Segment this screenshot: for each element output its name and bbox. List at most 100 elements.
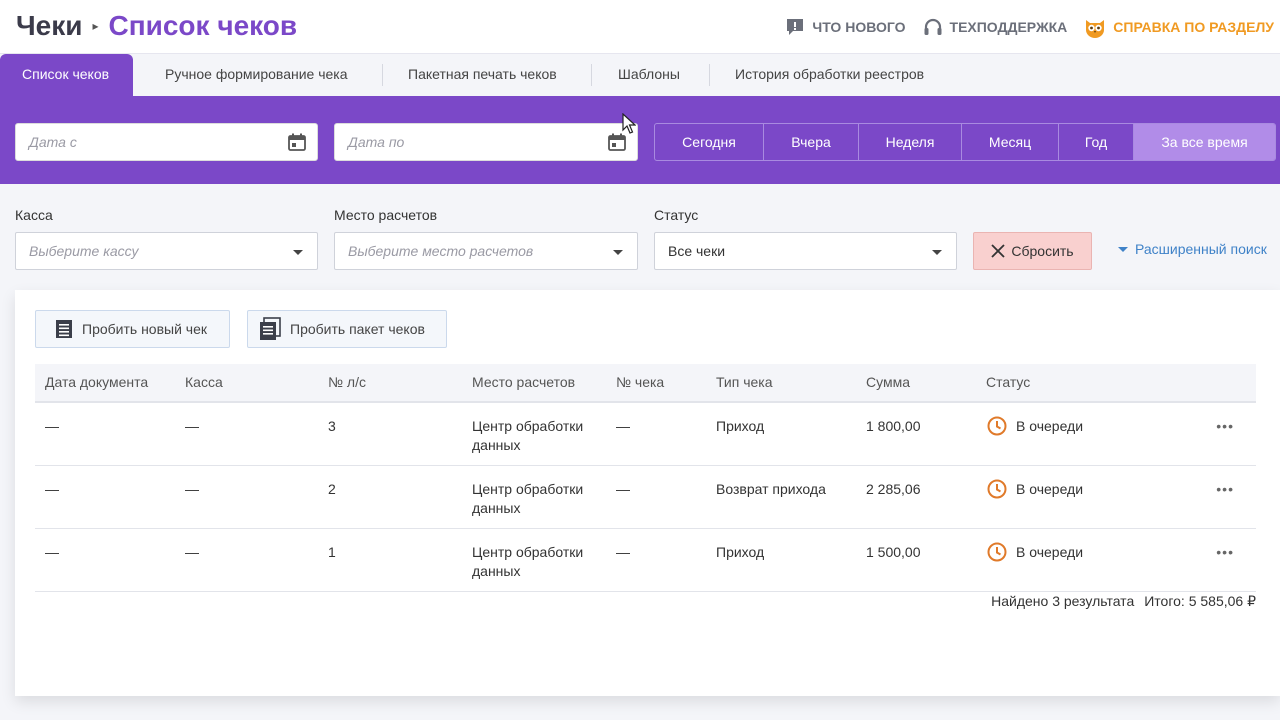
top-links: Что нового Техподдержка Справка по разде…	[784, 16, 1274, 38]
table-header: Дата документа Касса № л/с Место расчето…	[35, 364, 1256, 403]
calendar-icon[interactable]	[287, 132, 307, 152]
tab-templates[interactable]: Шаблоны	[598, 54, 700, 96]
cell-place-line-1: Центр обработки	[472, 544, 584, 560]
table-row[interactable]: — — 1 Центр обработки данных — Приход 1 5…	[35, 529, 1256, 592]
advanced-search-label: Расширенный поиск	[1135, 241, 1267, 257]
close-icon	[991, 244, 1006, 258]
column-header-receipt-number[interactable]: № чека	[616, 374, 664, 390]
date-filter-bar: Дата с Дата по Сегодня Вчера Неделя Меся…	[0, 96, 1280, 184]
status-label: Статус	[654, 207, 699, 223]
cell-sum: 2 285,06	[866, 481, 921, 497]
tab-manual-receipt[interactable]: Ручное формирование чека	[145, 54, 368, 96]
period-month-button[interactable]: Месяц	[962, 124, 1059, 160]
column-header-place[interactable]: Место расчетов	[472, 374, 575, 390]
top-header: Чеки ▸ Список чеков Что нового Техподдер…	[0, 0, 1280, 54]
period-week-button[interactable]: Неделя	[859, 124, 962, 160]
table-row[interactable]: — — 2 Центр обработки данных — Возврат пр…	[35, 466, 1256, 529]
cell-date: —	[45, 418, 59, 434]
period-year-button[interactable]: Год	[1059, 124, 1134, 160]
row-menu-icon[interactable]: •••	[1216, 544, 1234, 560]
results-total: Итого: 5 585,06 ₽	[1144, 593, 1256, 609]
date-from-input[interactable]: Дата с	[15, 123, 318, 161]
table-row[interactable]: — — 3 Центр обработки данных — Приход 1 8…	[35, 403, 1256, 466]
reset-button[interactable]: Сбросить	[973, 232, 1092, 270]
tab-receipt-list[interactable]: Список чеков	[0, 54, 134, 96]
receipts-card: Пробить новый чек Пробить пакет чеков Да…	[15, 290, 1280, 696]
receipt-icon	[56, 320, 72, 338]
column-header-date[interactable]: Дата документа	[45, 374, 148, 390]
kassa-label: Касса	[15, 207, 53, 223]
column-header-ls[interactable]: № л/с	[328, 374, 366, 390]
column-header-type[interactable]: Тип чека	[716, 374, 773, 390]
cell-place-line-2: данных	[472, 437, 521, 453]
batch-receipt-label: Пробить пакет чеков	[290, 321, 425, 337]
cell-type: Приход	[716, 418, 765, 434]
section-help-label: Справка по разделу	[1113, 19, 1274, 35]
cell-place: Центр обработки данных	[472, 543, 583, 581]
section-help-link[interactable]: Справка по разделу	[1083, 16, 1274, 38]
news-icon	[787, 19, 804, 35]
chevron-down-icon	[293, 250, 303, 255]
date-to-input[interactable]: Дата по	[334, 123, 638, 161]
cell-type: Приход	[716, 544, 765, 560]
period-all-time-button[interactable]: За все время	[1134, 124, 1275, 160]
breadcrumb: Чеки ▸ Список чеков	[16, 10, 297, 42]
support-link[interactable]: Техподдержка	[922, 16, 1067, 38]
owl-icon	[1086, 20, 1105, 38]
cell-status: В очереди	[986, 478, 1083, 500]
column-header-status[interactable]: Статус	[986, 374, 1030, 390]
row-menu-icon[interactable]: •••	[1216, 481, 1234, 497]
headset-icon	[924, 18, 942, 35]
cell-place: Центр обработки данных	[472, 480, 583, 518]
breadcrumb-root[interactable]: Чеки	[16, 10, 82, 42]
place-select[interactable]: Выберите место расчетов	[334, 232, 638, 270]
calendar-icon[interactable]	[607, 132, 627, 152]
cell-place-line-2: данных	[472, 500, 521, 516]
status-select[interactable]: Все чеки	[654, 232, 957, 270]
cell-place-line-2: данных	[472, 563, 521, 579]
place-placeholder: Выберите место расчетов	[348, 243, 534, 259]
tab-batch-print[interactable]: Пакетная печать чеков	[388, 54, 577, 96]
cell-place-line-1: Центр обработки	[472, 481, 584, 497]
column-header-kassa[interactable]: Касса	[185, 374, 223, 390]
whats-new-label: Что нового	[812, 19, 906, 35]
cell-ls: 1	[328, 544, 336, 560]
cell-receipt-number: —	[616, 544, 630, 560]
column-header-sum[interactable]: Сумма	[866, 374, 910, 390]
date-to-placeholder: Дата по	[348, 134, 405, 150]
new-receipt-button[interactable]: Пробить новый чек	[35, 310, 230, 348]
cell-status: В очереди	[986, 415, 1083, 437]
cell-receipt-number: —	[616, 481, 630, 497]
cell-date: —	[45, 544, 59, 560]
period-today-button[interactable]: Сегодня	[655, 124, 764, 160]
cell-kassa: —	[185, 544, 199, 560]
cell-sum: 1 500,00	[866, 544, 921, 560]
cell-kassa: —	[185, 481, 199, 497]
tab-divider	[709, 64, 710, 86]
mouse-cursor-icon	[622, 113, 636, 134]
row-menu-icon[interactable]: •••	[1216, 418, 1234, 434]
whats-new-link[interactable]: Что нового	[784, 16, 906, 38]
kassa-select[interactable]: Выберите кассу	[15, 232, 318, 270]
status-value: Все чеки	[668, 243, 726, 259]
chevron-down-icon	[613, 250, 623, 255]
triangle-down-icon	[1118, 246, 1128, 252]
place-label: Место расчетов	[334, 207, 438, 223]
advanced-search-link[interactable]: Расширенный поиск	[1118, 241, 1267, 257]
status-text: В очереди	[1016, 543, 1084, 560]
cell-place: Центр обработки данных	[472, 417, 583, 455]
reset-label: Сбросить	[1011, 243, 1074, 259]
page-title: Список чеков	[108, 10, 298, 41]
clock-icon	[987, 479, 1007, 499]
tab-divider	[382, 64, 383, 86]
cell-kassa: —	[185, 418, 199, 434]
status-text: В очереди	[1016, 480, 1084, 497]
date-from-placeholder: Дата с	[29, 134, 77, 150]
tab-registry-history[interactable]: История обработки реестров	[715, 54, 944, 96]
batch-receipt-button[interactable]: Пробить пакет чеков	[247, 310, 447, 348]
results-summary: Найдено 3 результата Итого: 5 585,06 ₽	[991, 593, 1256, 610]
results-count: Найдено 3 результата	[991, 593, 1135, 609]
period-yesterday-button[interactable]: Вчера	[764, 124, 859, 160]
cell-receipt-number: —	[616, 418, 630, 434]
cell-sum: 1 800,00	[866, 418, 921, 434]
